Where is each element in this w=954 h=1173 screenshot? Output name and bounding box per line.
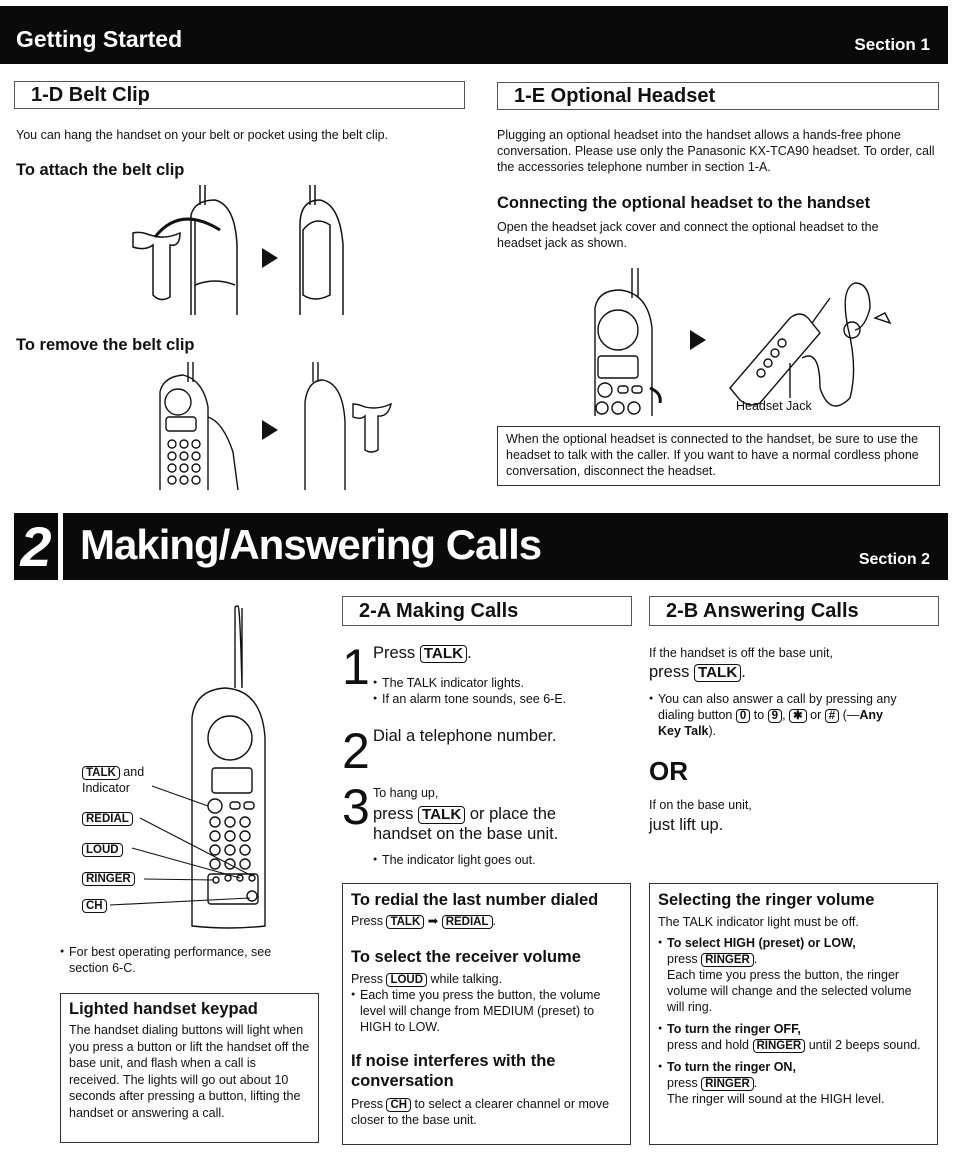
section1-header-bar: Getting Started Section 1: [0, 6, 948, 64]
section1-title: Getting Started: [16, 26, 183, 52]
step-3-bullets: The indicator light goes out.: [373, 852, 623, 868]
any-key-talk-note: You can also answer a call by pressing a…: [649, 691, 899, 739]
ringer-key: RINGER: [82, 872, 135, 887]
headset-arrow-icon: [690, 330, 706, 350]
lighted-keypad-box: Lighted handset keypad The handset diali…: [60, 993, 319, 1143]
performance-note: For best operating performance, see sect…: [60, 944, 290, 976]
headset-intro: Plugging an optional headset into the ha…: [497, 128, 935, 174]
base-line1: If on the base unit,: [649, 798, 752, 812]
talk-key: TALK: [693, 664, 742, 682]
ringer-key: RINGER: [752, 1039, 806, 1054]
headset-note-box: When the optional headset is connected t…: [497, 426, 940, 486]
remove-belt-clip-heading: To remove the belt clip: [16, 336, 195, 354]
section2-number: 2: [20, 515, 52, 578]
ringer-volume-intro: The TALK indicator light must be off.: [658, 915, 859, 929]
connect-headset-text: Open the headset jack cover and connect …: [497, 220, 879, 250]
section2-label: Section 2: [858, 551, 930, 568]
belt-clip-heading: 1-D Belt Clip: [14, 81, 465, 109]
belt-clip-intro: You can hang the handset on your belt or…: [16, 128, 389, 142]
noise-heading: If noise interferes with the conversatio…: [351, 1052, 556, 1091]
ringer-volume-heading: Selecting the ringer volume: [658, 891, 875, 909]
lighted-keypad-text: The handset dialing buttons will light w…: [69, 1023, 310, 1120]
ringer-options: To select HIGH (preset) or LOW, press RI…: [658, 935, 929, 1107]
section1-label: Section 1: [854, 35, 930, 54]
redial-label: REDIAL: [82, 810, 133, 827]
redial-key: REDIAL: [441, 915, 493, 930]
step-3-text: press TALK or place the handset on the b…: [373, 805, 559, 843]
headset-note: When the optional headset is connected t…: [506, 432, 919, 478]
lighted-keypad-heading: Lighted handset keypad: [69, 1000, 258, 1018]
step-2-number: 2: [342, 723, 370, 779]
loud-key: LOUD: [386, 973, 428, 988]
talk-key: TALK: [419, 645, 468, 663]
ringer-option: To turn the ringer ON, press RINGER. The…: [658, 1059, 929, 1107]
remove-belt-clip-illustration: [159, 362, 393, 491]
step-1-number: 1: [342, 639, 370, 695]
redial-volume-box: To redial the last number dialed Press T…: [342, 883, 631, 1145]
receiver-volume-instruction: Press LOUD while talking.: [351, 972, 503, 988]
headset-jack-label: Headset Jack: [736, 399, 812, 413]
redial-heading: To redial the last number dialed: [351, 891, 599, 909]
attach-arrow-icon: [262, 248, 278, 268]
step-1-text: Press TALK.: [373, 644, 472, 663]
answer-line1: If the handset is off the base unit,: [649, 646, 833, 660]
section2-header-bar: 2 Making/Answering Calls Section 2: [14, 513, 948, 580]
attach-belt-clip-illustration: [132, 185, 344, 315]
step-2-text: Dial a telephone number.: [373, 727, 557, 745]
ringer-option: To select HIGH (preset) or LOW, press RI…: [658, 935, 929, 1015]
talk-key: TALK: [417, 806, 466, 824]
step-1-bullets: The TALK indicator lights. If an alarm t…: [373, 675, 623, 707]
ringer-key: RINGER: [701, 953, 754, 968]
noise-instruction: Press CH to select a clearer channel or …: [351, 1097, 610, 1128]
or-divider: OR: [649, 756, 688, 786]
optional-headset-heading: 1-E Optional Headset: [497, 82, 939, 110]
remove-arrow-icon: [262, 420, 278, 440]
answering-calls-heading: 2-B Answering Calls: [649, 596, 939, 626]
talk-indicator-label: TALK and Indicator: [82, 765, 145, 796]
ch-key: CH: [82, 899, 107, 914]
ch-label: CH: [82, 897, 107, 914]
ringer-option: To turn the ringer OFF, press and hold R…: [658, 1021, 929, 1054]
step-3-number: 3: [342, 779, 370, 835]
loud-label: LOUD: [82, 841, 123, 858]
section2-title: Making/Answering Calls: [80, 521, 542, 568]
receiver-volume-heading: To select the receiver volume: [351, 948, 581, 967]
headset-connection-illustration: [594, 268, 892, 416]
making-calls-heading: 2-A Making Calls: [342, 596, 632, 626]
connect-headset-heading: Connecting the optional headset to the h…: [497, 194, 871, 212]
talk-key: TALK: [82, 766, 120, 781]
answer-press-talk: press TALK.: [649, 663, 746, 682]
loud-key: LOUD: [82, 843, 123, 858]
ringer-label: RINGER: [82, 870, 135, 887]
ch-key: CH: [386, 1098, 412, 1113]
handset-diagram: [109, 605, 266, 929]
base-line2: just lift up.: [649, 816, 724, 834]
talk-key: TALK: [386, 915, 425, 930]
arrow-right-icon: ➡: [427, 914, 439, 928]
redial-instruction: Press TALK ➡ REDIAL.: [351, 914, 496, 930]
redial-key: REDIAL: [82, 812, 133, 827]
ringer-key: RINGER: [701, 1077, 754, 1092]
ringer-volume-box: Selecting the ringer volume The TALK ind…: [649, 883, 938, 1145]
receiver-volume-bullet: Each time you press the button, the volu…: [351, 987, 622, 1035]
step-3-small: To hang up,: [373, 786, 439, 800]
attach-belt-clip-heading: To attach the belt clip: [16, 161, 185, 179]
